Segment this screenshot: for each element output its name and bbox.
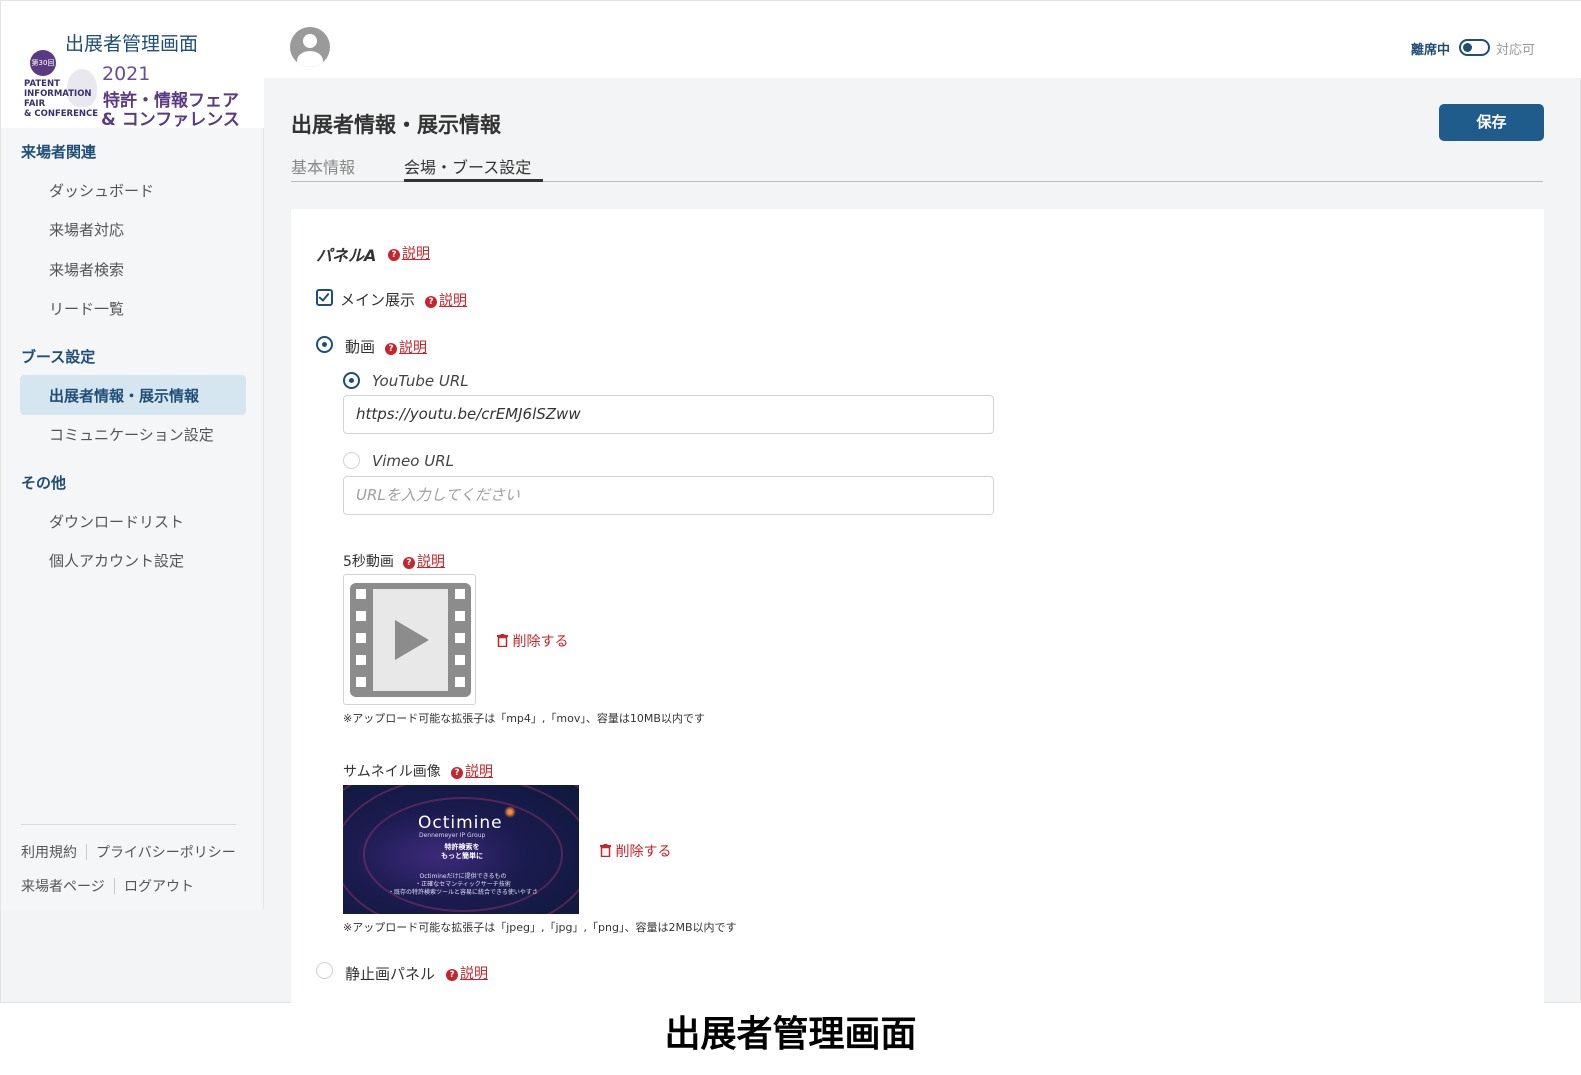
- five-second-video-label: 5秒動画: [343, 554, 394, 570]
- user-avatar-icon[interactable]: [290, 27, 330, 67]
- help-question-icon: ?: [446, 969, 458, 981]
- sidebar-item-exhibitor-info-label: 出展者情報・展示情報: [49, 387, 200, 405]
- tab-venue-booth-settings[interactable]: 会場・ブース設定: [404, 154, 531, 178]
- youtube-url-input[interactable]: https://youtu.be/crEMJ6lSZww: [343, 395, 994, 434]
- main-display-label: メイン展示: [340, 291, 416, 309]
- nav-section-visitors: 来場者関連: [21, 143, 97, 161]
- still-panel-radio[interactable]: [316, 962, 333, 979]
- video-upload-note: ※アップロード可能な拡張子は「mp4」,「mov」、容量は10MB以内です: [343, 712, 705, 725]
- privacy-policy-link[interactable]: プライバシーポリシー: [96, 842, 236, 862]
- help-link[interactable]: ? 説明: [403, 551, 445, 571]
- nav-section-other: その他: [21, 474, 67, 492]
- page-title: 出展者情報・展示情報: [291, 113, 501, 137]
- main-display-checkbox[interactable]: [316, 289, 333, 306]
- sidebar-item-lead-list[interactable]: リード一覧: [49, 298, 124, 319]
- help-link[interactable]: ? 説明: [388, 243, 430, 263]
- panel-title: パネルA: [316, 246, 377, 265]
- help-question-icon: ?: [403, 557, 415, 569]
- thumbnail-subbrand: Dennemeyer IP Group: [419, 832, 486, 839]
- thumbnail-tagline: 特許検索を もっと簡単に: [441, 843, 483, 860]
- fair-logo-year: 2021: [102, 63, 151, 85]
- terms-link[interactable]: 利用規約: [21, 842, 77, 862]
- sidebar-item-account-settings[interactable]: 個人アカウント設定: [49, 550, 184, 571]
- radio-selected-icon: [322, 342, 327, 347]
- video-preview[interactable]: [343, 574, 476, 705]
- trash-icon: [497, 634, 508, 648]
- video-radio[interactable]: [316, 336, 333, 353]
- delete-thumbnail-button[interactable]: 削除する: [600, 841, 671, 861]
- thumbnail-sparkle: [503, 805, 517, 819]
- save-button[interactable]: 保存: [1439, 104, 1544, 141]
- help-link[interactable]: ? 説明: [425, 290, 467, 310]
- sidebar-item-dashboard[interactable]: ダッシュボード: [49, 180, 154, 201]
- vimeo-url-input[interactable]: URLを入力してください: [343, 476, 994, 515]
- help-question-icon: ?: [451, 767, 463, 779]
- video-film-icon: [350, 583, 471, 697]
- help-link[interactable]: ? 説明: [385, 337, 427, 357]
- help-link[interactable]: ? 説明: [451, 761, 493, 781]
- thumbnail-image[interactable]: Octimine Dennemeyer IP Group 特許検索を もっと簡単…: [343, 785, 579, 914]
- help-question-icon: ?: [388, 249, 400, 261]
- trash-icon: [600, 844, 611, 858]
- delete-video-button[interactable]: 削除する: [497, 631, 568, 651]
- checkbox-checked-icon: [318, 290, 330, 302]
- availability-toggle[interactable]: [1459, 39, 1490, 56]
- still-panel-label: 静止画パネル: [345, 965, 436, 983]
- fair-logo-name-2: & コンファレンス: [101, 110, 240, 130]
- sidebar-item-communication-settings[interactable]: コミュニケーション設定: [49, 424, 214, 445]
- logout-link[interactable]: ログアウト: [124, 876, 194, 896]
- radio-selected-icon: [349, 378, 354, 383]
- help-link[interactable]: ? 説明: [446, 963, 488, 983]
- portal-title: 出展者管理画面: [65, 33, 199, 55]
- thumbnail-upload-note: ※アップロード可能な拡張子は「jpeg」,「jpg」,「png」、容量は2MB以…: [343, 921, 737, 934]
- thumbnail-label: サムネイル画像: [343, 764, 441, 780]
- video-option-label: 動画: [345, 338, 376, 356]
- status-available-label: 対応可: [1496, 43, 1536, 58]
- sidebar-item-visitor-response[interactable]: 来場者対応: [49, 219, 124, 240]
- top-bar: [264, 1, 1581, 78]
- help-question-icon: ?: [425, 296, 437, 308]
- sidebar: 出展者管理画面 第30回 PATENT INFORMATION FAIR & C…: [1, 1, 264, 909]
- fair-logo-badge: 第30回: [30, 50, 56, 76]
- fair-logo-latin: PATENT INFORMATION FAIR & CONFERENCE: [24, 79, 99, 119]
- youtube-label: YouTube URL: [372, 372, 469, 390]
- sidebar-divider: [21, 824, 236, 825]
- thumbnail-brand: Octimine: [418, 813, 503, 833]
- vimeo-radio[interactable]: [343, 452, 360, 469]
- sidebar-item-visitor-search[interactable]: 来場者検索: [49, 259, 124, 280]
- nav-section-booth: ブース設定: [21, 348, 96, 366]
- help-question-icon: ?: [385, 343, 397, 355]
- vimeo-label: Vimeo URL: [372, 452, 454, 470]
- status-away-label: 離席中: [1411, 43, 1451, 58]
- sidebar-item-download-list[interactable]: ダウンロードリスト: [49, 511, 184, 532]
- visitor-page-link[interactable]: 来場者ページ: [21, 876, 105, 896]
- footer-separator: [114, 878, 115, 894]
- thumbnail-description: Octimineだけに提供できるもの ・正確なセマンティックサーチ技術 ・既存の…: [388, 873, 538, 896]
- logo-area: 出展者管理画面 第30回 PATENT INFORMATION FAIR & C…: [1, 1, 264, 130]
- footer-separator: [86, 844, 87, 860]
- tab-basic-info[interactable]: 基本情報: [291, 154, 355, 178]
- app-window: 出展者管理画面 第30回 PATENT INFORMATION FAIR & C…: [0, 0, 1581, 1004]
- figure-caption: 出展者管理画面: [664, 1014, 917, 1055]
- youtube-radio[interactable]: [343, 372, 360, 389]
- active-tab-indicator: [404, 179, 543, 182]
